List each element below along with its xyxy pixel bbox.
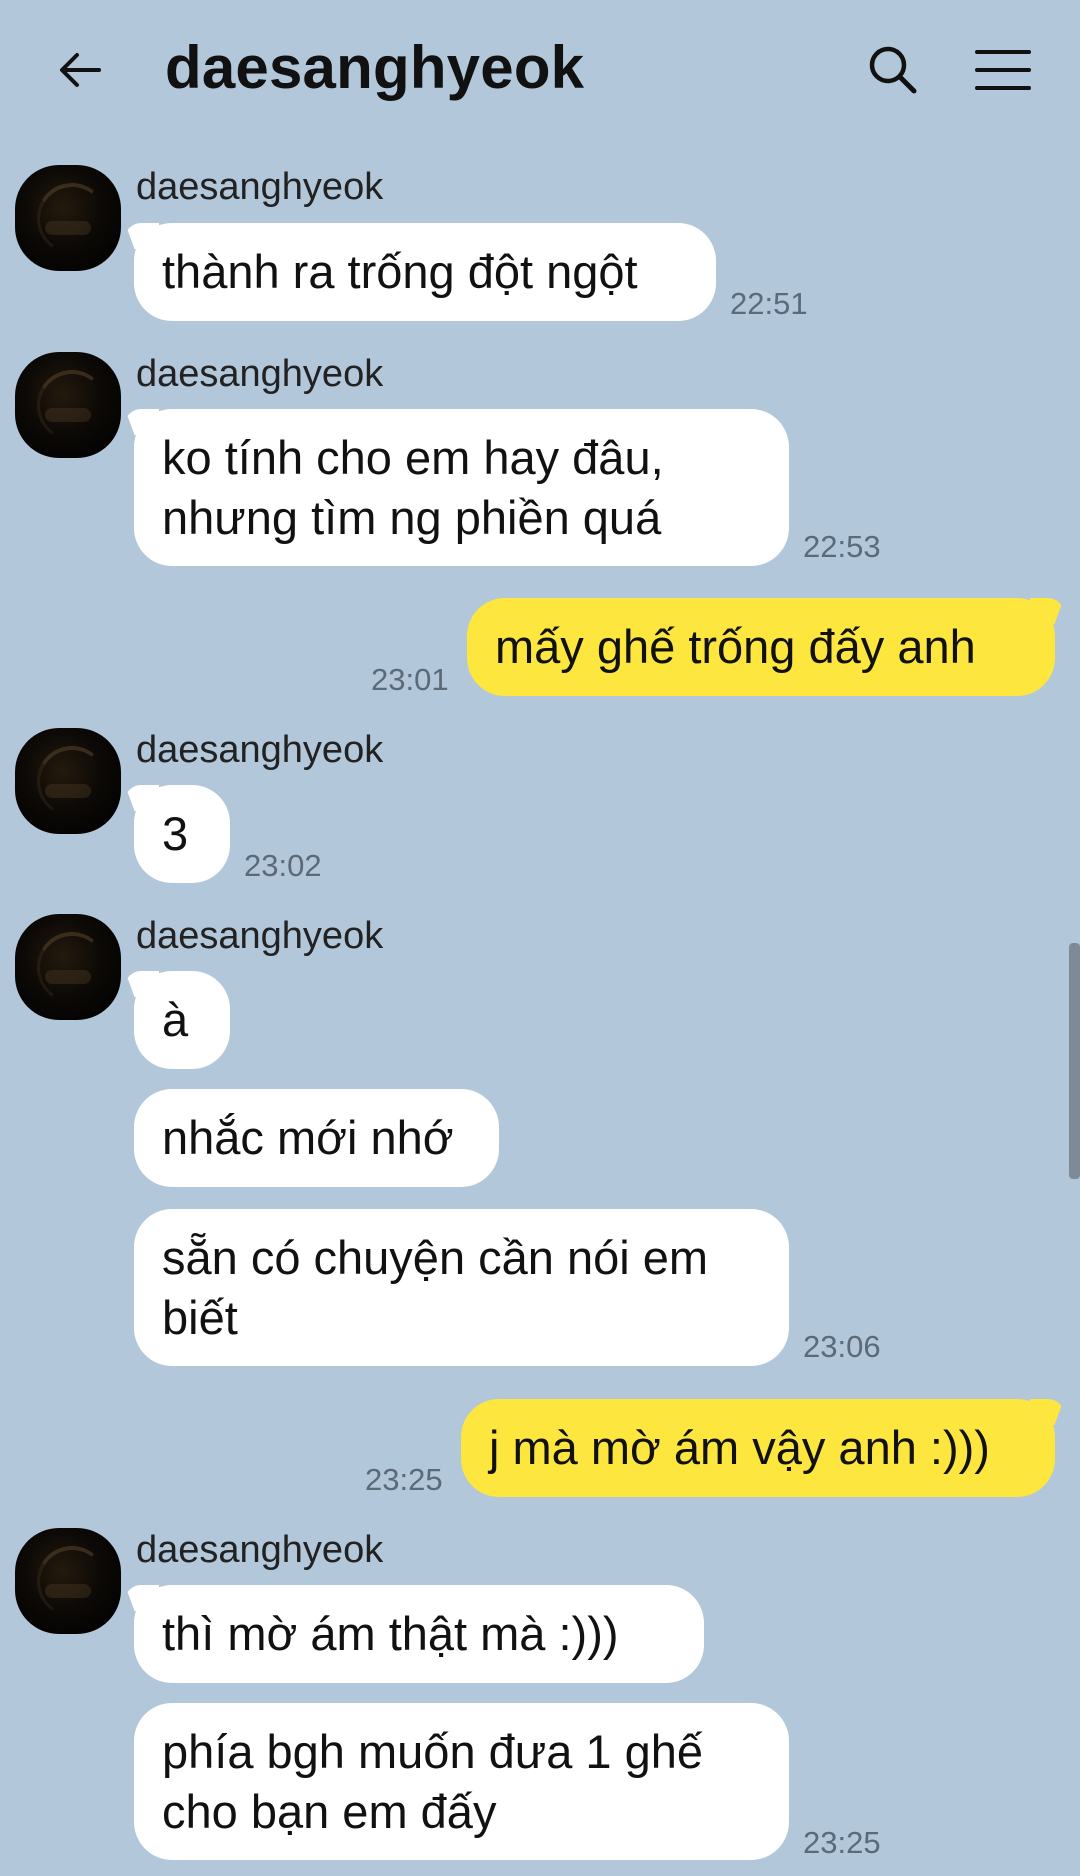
- sender-name: daesanghyeok: [136, 1529, 384, 1571]
- sender-avatar[interactable]: [15, 1528, 121, 1634]
- message-time: 22:51: [730, 286, 808, 321]
- message-time: 23:06: [803, 1329, 881, 1364]
- scrollbar[interactable]: [1069, 943, 1080, 1179]
- sender-name: daesanghyeok: [136, 729, 384, 771]
- sender-name: daesanghyeok: [136, 915, 384, 957]
- incoming-message-bubble[interactable]: 3: [134, 785, 230, 883]
- chat-title: daesanghyeok: [165, 34, 585, 101]
- sender-name: daesanghyeok: [136, 353, 384, 395]
- sender-avatar[interactable]: [15, 352, 121, 458]
- message-time: 23:25: [365, 1462, 443, 1497]
- incoming-message-bubble[interactable]: thì mờ ám thật mà :))): [134, 1585, 704, 1683]
- incoming-message-bubble[interactable]: à: [134, 971, 230, 1069]
- chat-header: daesanghyeok: [0, 0, 1080, 140]
- arrow-left-icon: [60, 53, 101, 87]
- message-time: 22:53: [803, 529, 881, 564]
- menu-button[interactable]: [968, 35, 1038, 105]
- hamburger-menu-icon: [975, 50, 1031, 90]
- sender-avatar[interactable]: [15, 728, 121, 834]
- search-icon: [869, 46, 917, 94]
- back-button[interactable]: [45, 35, 115, 105]
- incoming-message-bubble[interactable]: ko tính cho em hay đâu, nhưng tìm ng phi…: [134, 409, 789, 566]
- message-time: 23:02: [244, 848, 322, 883]
- message-time: 23:25: [803, 1825, 881, 1860]
- sender-avatar[interactable]: [15, 165, 121, 271]
- outgoing-message-bubble[interactable]: mấy ghế trống đấy anh: [467, 598, 1055, 696]
- sender-name: daesanghyeok: [136, 166, 384, 208]
- incoming-message-bubble[interactable]: nhắc mới nhớ: [134, 1089, 499, 1187]
- incoming-message-bubble[interactable]: phía bgh muốn đưa 1 ghế cho bạn em đấy: [134, 1703, 789, 1860]
- message-time: 23:01: [371, 662, 449, 697]
- sender-avatar[interactable]: [15, 914, 121, 1020]
- outgoing-message-bubble[interactable]: j mà mờ ám vậy anh :))): [461, 1399, 1055, 1497]
- incoming-message-bubble[interactable]: thành ra trống đột ngột: [134, 223, 716, 321]
- incoming-message-bubble[interactable]: sẵn có chuyện cần nói em biết: [134, 1209, 789, 1366]
- search-button[interactable]: [858, 35, 928, 105]
